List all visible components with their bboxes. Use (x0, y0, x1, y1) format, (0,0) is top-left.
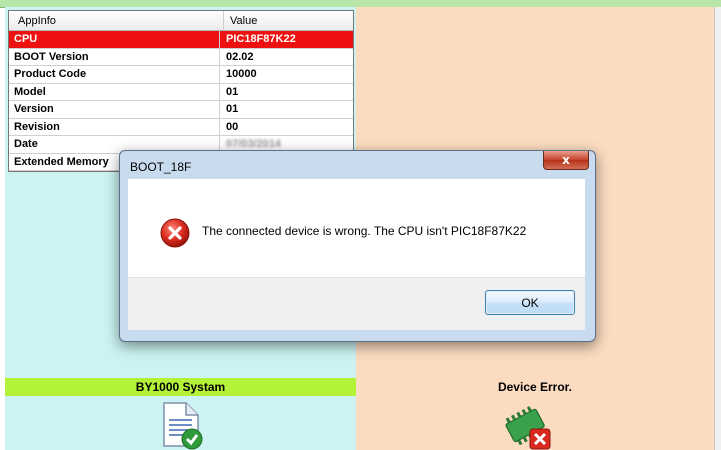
row-label: Model (9, 83, 220, 100)
row-label: CPU (9, 31, 220, 48)
row-label: Product Code (9, 66, 220, 83)
row-value: 10000 (226, 68, 257, 81)
ok-button[interactable]: OK (485, 290, 575, 315)
table-row[interactable]: CPU PIC18F87K22 (9, 31, 353, 49)
table-header: AppInfo Value (9, 11, 353, 31)
device-status-label: Device Error. (497, 380, 573, 394)
app-info-table: AppInfo Value CPU PIC18F87K22 BOOT Versi… (8, 10, 354, 172)
table-row[interactable]: Product Code 10000 (9, 66, 353, 84)
table-row[interactable]: Model 01 (9, 83, 353, 101)
row-value: 00 (226, 120, 239, 133)
row-label: Version (9, 101, 220, 118)
close-button[interactable]: x (543, 151, 589, 170)
dialog-body: The connected device is wrong. The CPU i… (128, 179, 585, 277)
window-edge (714, 7, 721, 450)
dialog-footer: OK (128, 277, 585, 330)
column-header-appinfo[interactable]: AppInfo (9, 11, 224, 30)
dialog-title: BOOT_18F (130, 160, 192, 174)
error-icon (160, 218, 190, 248)
row-label: Revision (9, 118, 220, 135)
row-value: 02.02 (226, 50, 254, 63)
error-dialog: BOOT_18F x The connected device is wrong… (119, 150, 596, 342)
chip-error-icon (505, 406, 551, 450)
table-row[interactable]: BOOT Version 02.02 (9, 48, 353, 66)
system-status-label: BY1000 Systam (5, 378, 356, 396)
table-row[interactable]: Revision 00 (9, 118, 353, 136)
document-check-icon (163, 402, 203, 450)
row-value: 01 (226, 85, 239, 98)
row-value: 01 (226, 103, 239, 116)
row-label: BOOT Version (9, 48, 220, 65)
table-row[interactable]: Version 01 (9, 101, 353, 119)
column-header-value[interactable]: Value (224, 11, 353, 30)
row-value: PIC18F87K22 (226, 33, 296, 46)
dialog-message: The connected device is wrong. The CPU i… (202, 224, 527, 238)
